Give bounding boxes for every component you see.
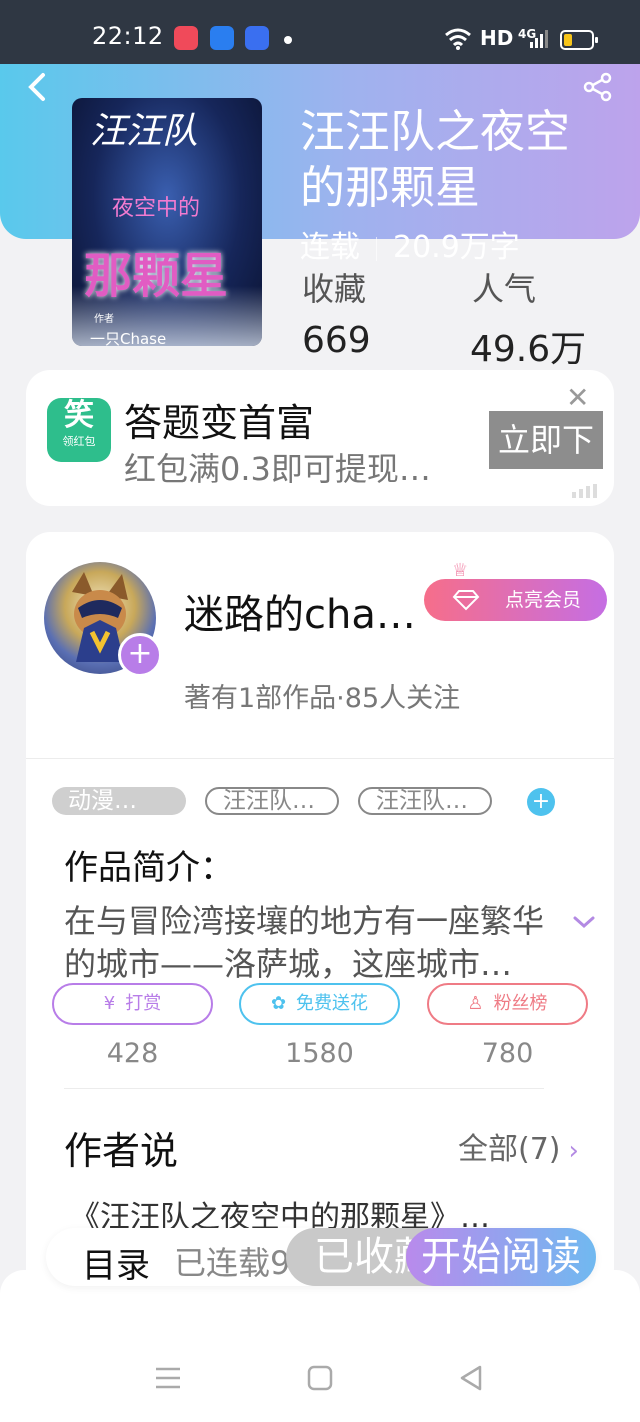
cover-text: 那颗星 <box>84 248 229 304</box>
send-flower-button[interactable]: ✿ 免费送花 <box>239 983 400 1025</box>
ad-title: 答题变首富 <box>124 401 315 445</box>
fan-count: 780 <box>481 1038 534 1069</box>
battery-icon <box>560 30 598 50</box>
book-cover[interactable]: 汪汪队 夜空中的 那颗星 作者 一只Chase <box>72 98 262 346</box>
tip-label: 打赏 <box>125 993 162 1014</box>
author-meta: 著有1部作品·85人关注 <box>184 683 461 714</box>
app-notification-icon <box>210 26 234 50</box>
back-arrow-icon[interactable] <box>26 72 48 102</box>
tip-button[interactable]: ¥ 打赏 <box>52 983 213 1025</box>
add-tag-icon[interactable]: + <box>527 788 555 816</box>
wifi-icon <box>445 28 471 50</box>
ad-subtitle: 红包满0.3即可提现… <box>124 450 431 488</box>
cover-text: 一只Chase <box>90 330 167 346</box>
close-icon[interactable]: ✕ <box>566 381 589 414</box>
bottom-area <box>0 1270 640 1422</box>
send-flower-label: 免费送花 <box>296 993 369 1014</box>
signal-icon <box>530 30 548 48</box>
crown-icon: ♕ <box>452 560 469 581</box>
home-nav-icon[interactable] <box>307 1365 333 1391</box>
app-notification-icon <box>174 26 198 50</box>
tag-chip[interactable]: 动漫… <box>52 787 186 815</box>
cover-text: 汪汪队 <box>90 111 199 152</box>
chevron-right-icon: › <box>568 1136 579 1166</box>
diamond-icon <box>452 590 480 611</box>
toc-button[interactable]: 目录 <box>82 1238 150 1287</box>
chevron-down-icon[interactable] <box>572 914 596 930</box>
follow-plus-icon[interactable]: + <box>118 633 162 677</box>
tag-chip[interactable]: 汪汪队… <box>358 787 492 815</box>
serial-progress: 已连载9 <box>174 1244 290 1282</box>
ad-download-button[interactable]: 立即下 <box>489 411 603 469</box>
status-bar: 22:12 HD 4G <box>0 0 640 64</box>
user-icon: ♙ <box>467 993 484 1014</box>
tip-count: 428 <box>106 1038 159 1069</box>
start-reading-button[interactable]: 开始阅读 <box>406 1228 596 1286</box>
fan-rank-button[interactable]: ♙ 粉丝榜 <box>427 983 588 1025</box>
popularity-label: 人气 <box>472 270 537 308</box>
ad-icon-label: 领红包 <box>62 435 96 448</box>
intro-text[interactable]: 在与冒险湾接壤的地方有一座繁华的城市——洛萨城，这座城市… <box>64 900 544 986</box>
view-all-label: 全部(7) <box>458 1132 561 1167</box>
serial-status: 连载 <box>300 230 360 265</box>
fan-rank-label: 粉丝榜 <box>493 993 548 1014</box>
author-says-heading: 作者说 <box>64 1129 179 1173</box>
divider <box>64 1088 544 1089</box>
popularity-count: 49.6万 <box>470 329 587 370</box>
divider <box>26 758 614 759</box>
favorites-label: 收藏 <box>302 270 367 308</box>
favorites-count: 669 <box>302 320 371 361</box>
word-count: 20.9万字 <box>393 230 520 265</box>
status-time: 22:12 <box>92 22 164 50</box>
share-icon[interactable] <box>583 72 613 102</box>
tag-chip[interactable]: 汪汪队… <box>205 787 339 815</box>
cover-text: 夜空中的 <box>112 196 201 221</box>
ad-app-icon: 笑 领红包 <box>47 398 111 462</box>
ad-icon-glyph: 笑 <box>64 398 94 433</box>
coin-icon: ¥ <box>103 993 116 1014</box>
hd-indicator: HD <box>480 26 514 50</box>
intro-heading: 作品简介： <box>64 848 234 888</box>
flower-icon: ✿ <box>270 993 287 1014</box>
flower-count: 1580 <box>285 1038 354 1069</box>
baidu-icon <box>245 26 269 50</box>
book-title: 汪汪队之夜空的那颗星 <box>300 105 571 214</box>
cover-text: 作者 <box>94 314 114 325</box>
menu-nav-icon[interactable] <box>154 1366 182 1390</box>
back-nav-icon[interactable] <box>458 1364 484 1392</box>
view-all-link[interactable]: 全部(7) › <box>458 1124 579 1168</box>
author-name[interactable]: 迷路的cha… <box>184 582 416 640</box>
book-status: 连载 20.9万字 <box>300 222 520 266</box>
ad-mark-icon <box>572 484 597 498</box>
status-divider <box>376 236 377 261</box>
notification-dot-icon <box>284 36 292 44</box>
